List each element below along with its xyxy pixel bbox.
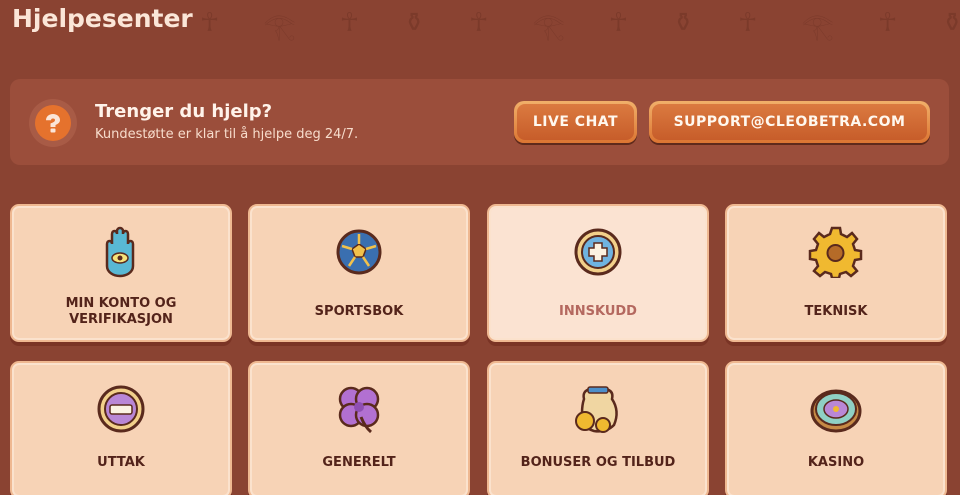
decor-glyph: 𓂀 <box>801 12 834 42</box>
category-label: MIN KONTO OG VERIFIKASJON <box>65 296 177 327</box>
page-title: Hjelpesenter <box>12 4 193 33</box>
live-chat-button[interactable]: LIVE CHAT <box>514 101 637 143</box>
header-decoration: ☥ 𓂀 ☥ ⚱ ☥ 𓂀 ☥ ⚱ ☥ 𓂀 ☥ ⚱ ☥ 𓂀 <box>190 0 960 46</box>
clover-icon <box>338 386 380 434</box>
category-card-technical[interactable]: TEKNISK <box>725 204 947 342</box>
support-email-button[interactable]: SUPPORT@CLEOBETRA.COM <box>649 101 930 143</box>
minus-coin-icon <box>97 385 145 433</box>
casino-chip-icon <box>810 389 862 433</box>
support-email-label: SUPPORT@CLEOBETRA.COM <box>652 104 927 140</box>
help-title: Trenger du hjelp? <box>95 101 273 122</box>
category-card-deposit[interactable]: INNSKUDD <box>487 204 709 342</box>
decor-glyph: ☥ <box>608 8 629 38</box>
category-label: SPORTSBOK <box>314 304 404 319</box>
category-label: UTTAK <box>97 455 145 470</box>
decor-glyph: ⚱ <box>941 8 960 38</box>
category-card-casino[interactable]: KASINO <box>725 361 947 495</box>
decor-glyph: ☥ <box>469 8 489 38</box>
question-icon <box>29 99 77 147</box>
decor-glyph: ☥ <box>877 8 898 38</box>
decor-glyph: ⚱ <box>672 8 695 38</box>
category-label: INNSKUDD <box>559 304 637 319</box>
category-label: TEKNISK <box>804 304 868 319</box>
category-card-bonuses[interactable]: BONUSER OG TILBUD <box>487 361 709 495</box>
decor-glyph: ☥ <box>339 8 360 38</box>
live-chat-label: LIVE CHAT <box>517 104 634 140</box>
decor-glyph: 𓂀 <box>532 12 565 42</box>
plus-coin-icon <box>574 228 622 276</box>
category-card-withdrawal[interactable]: UTTAK <box>10 361 232 495</box>
football-icon <box>336 229 382 275</box>
decor-glyph: ☥ <box>738 8 758 38</box>
decor-glyph: ⚱ <box>403 8 426 38</box>
category-label: GENERELT <box>322 455 396 470</box>
help-subtitle: Kundestøtte er klar til å hjelpe deg 24/… <box>95 127 359 142</box>
gear-icon <box>808 226 863 278</box>
category-card-general[interactable]: GENERELT <box>248 361 470 495</box>
hamsa-hand-icon <box>105 226 135 278</box>
decor-glyph: 𓂀 <box>263 12 296 42</box>
coin-sack-icon <box>575 386 618 433</box>
help-banner: Trenger du hjelp? Kundestøtte er klar ti… <box>10 79 949 165</box>
category-label: KASINO <box>807 455 865 470</box>
decor-glyph: ☥ <box>200 8 220 38</box>
category-label: BONUSER OG TILBUD <box>520 455 676 470</box>
category-card-sportsbook[interactable]: SPORTSBOK <box>248 204 470 342</box>
category-card-account[interactable]: MIN KONTO OG VERIFIKASJON <box>10 204 232 342</box>
